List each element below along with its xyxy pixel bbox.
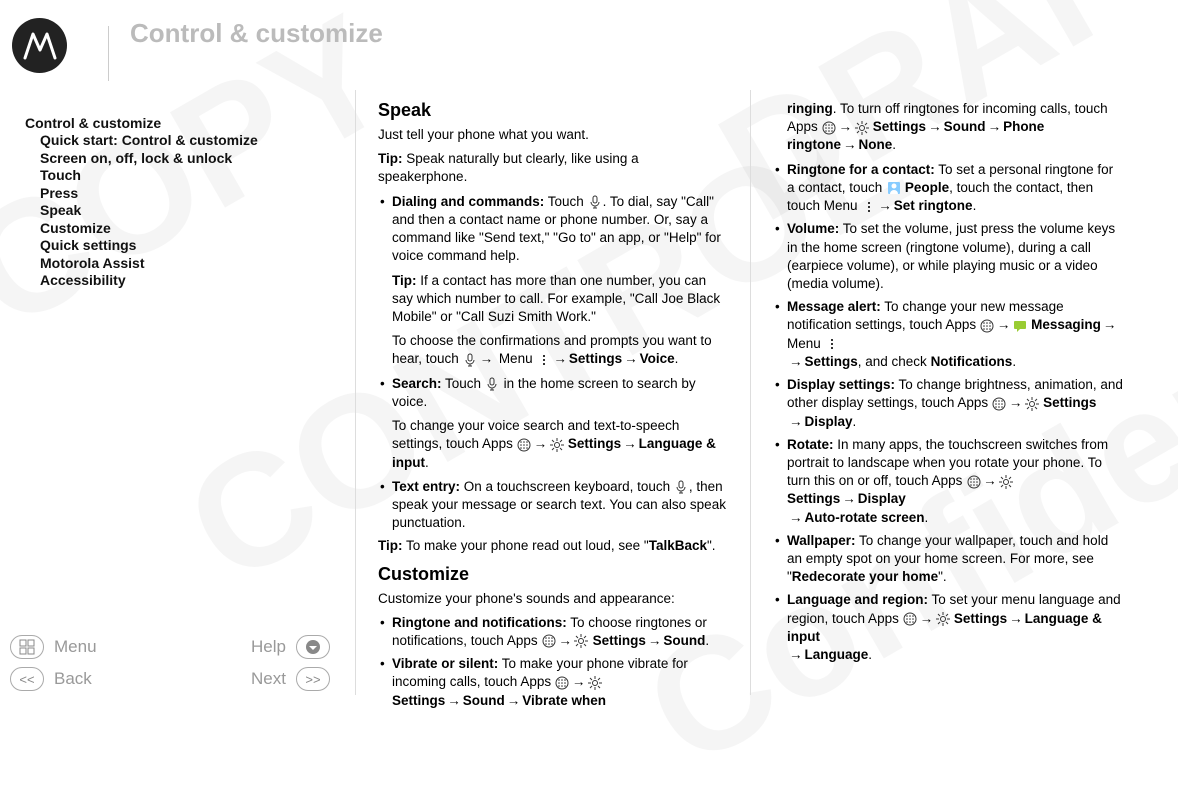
apps-icon bbox=[517, 437, 532, 452]
chevron-right-icon: >> bbox=[305, 672, 320, 687]
gear-icon bbox=[935, 612, 950, 627]
apps-icon bbox=[903, 612, 918, 627]
mic-icon bbox=[674, 480, 689, 495]
gear-icon bbox=[574, 634, 589, 649]
motorola-m-icon bbox=[20, 26, 60, 66]
motorola-logo bbox=[12, 18, 67, 73]
volume-item: Volume: To set the volume, just press th… bbox=[773, 220, 1123, 293]
search-item: Search: Touch in the home screen to sear… bbox=[378, 375, 728, 472]
customize-intro: Customize your phone's sounds and appear… bbox=[378, 590, 728, 608]
ringtone-item: Ringtone and notifications: To choose ri… bbox=[378, 614, 728, 650]
wallpaper-item: Wallpaper: To change your wallpaper, tou… bbox=[773, 532, 1123, 587]
apps-icon bbox=[966, 474, 981, 489]
language-item: Language and region: To set your menu la… bbox=[773, 591, 1123, 664]
people-icon bbox=[886, 181, 901, 196]
content-column-2: ringing. To turn off ringtones for incom… bbox=[750, 90, 1145, 695]
bottom-nav: Menu Help << Back Next >> bbox=[10, 631, 330, 695]
sidebar-item[interactable]: Quick start: Control & customize bbox=[40, 132, 325, 150]
sidebar-nav: Control & customize Quick start: Control… bbox=[25, 115, 325, 290]
menu-dots-icon bbox=[861, 199, 876, 214]
speak-tip: Tip: Speak naturally but clearly, like u… bbox=[378, 150, 728, 186]
menu-dots-icon bbox=[825, 337, 840, 352]
sidebar-item[interactable]: Touch bbox=[40, 167, 325, 185]
chevron-left-icon: << bbox=[19, 672, 34, 687]
menu-icon bbox=[19, 639, 35, 655]
message-alert-item: Message alert: To change your new messag… bbox=[773, 298, 1123, 371]
textentry-item: Text entry: On a touchscreen keyboard, t… bbox=[378, 478, 728, 533]
mic-icon bbox=[588, 195, 603, 210]
apps-icon bbox=[541, 634, 556, 649]
apps-icon bbox=[980, 318, 995, 333]
page-title: Control & customize bbox=[130, 18, 383, 49]
back-label: Back bbox=[54, 669, 92, 689]
customize-heading: Customize bbox=[378, 564, 728, 585]
mic-icon bbox=[463, 352, 478, 367]
vibrate-item: Vibrate or silent: To make your phone vi… bbox=[378, 655, 728, 710]
sidebar-item[interactable]: Quick settings bbox=[40, 237, 325, 255]
sidebar-item[interactable]: Screen on, off, lock & unlock bbox=[40, 150, 325, 168]
back-button[interactable]: << bbox=[10, 667, 44, 691]
sidebar-item[interactable]: Press bbox=[40, 185, 325, 203]
ringtone-contact-item: Ringtone for a contact: To set a persona… bbox=[773, 161, 1123, 216]
gear-icon bbox=[854, 120, 869, 135]
apps-icon bbox=[555, 675, 570, 690]
gear-icon bbox=[549, 437, 564, 452]
gear-icon bbox=[999, 474, 1014, 489]
sidebar-root[interactable]: Control & customize bbox=[25, 115, 325, 131]
content-column-1: Speak Just tell your phone what you want… bbox=[355, 90, 750, 695]
sidebar-item[interactable]: Motorola Assist bbox=[40, 255, 325, 273]
down-icon bbox=[305, 639, 321, 655]
menu-label: Menu bbox=[54, 637, 97, 657]
menu-dots-icon bbox=[536, 352, 551, 367]
sidebar-item[interactable]: Customize bbox=[40, 220, 325, 238]
mic-icon bbox=[485, 377, 500, 392]
apps-icon bbox=[822, 120, 837, 135]
rotate-item: Rotate: In many apps, the touchscreen sw… bbox=[773, 436, 1123, 527]
ringing-cont: ringing. To turn off ringtones for incom… bbox=[773, 100, 1123, 155]
apps-icon bbox=[992, 396, 1007, 411]
menu-button[interactable] bbox=[10, 635, 44, 659]
messaging-icon bbox=[1012, 318, 1027, 333]
display-item: Display settings: To change brightness, … bbox=[773, 376, 1123, 431]
gear-icon bbox=[1024, 396, 1039, 411]
sidebar-item[interactable]: Accessibility bbox=[40, 272, 325, 290]
gear-icon bbox=[587, 675, 602, 690]
help-button[interactable] bbox=[296, 635, 330, 659]
next-button[interactable]: >> bbox=[296, 667, 330, 691]
sidebar-item[interactable]: Speak bbox=[40, 202, 325, 220]
header-divider bbox=[108, 26, 109, 81]
speak-heading: Speak bbox=[378, 100, 728, 121]
speak-intro: Just tell your phone what you want. bbox=[378, 126, 728, 144]
readout-tip: Tip: To make your phone read out loud, s… bbox=[378, 537, 728, 555]
dialing-item: Dialing and commands: Touch . To dial, s… bbox=[378, 193, 728, 369]
help-label: Help bbox=[251, 637, 286, 657]
next-label: Next bbox=[251, 669, 286, 689]
